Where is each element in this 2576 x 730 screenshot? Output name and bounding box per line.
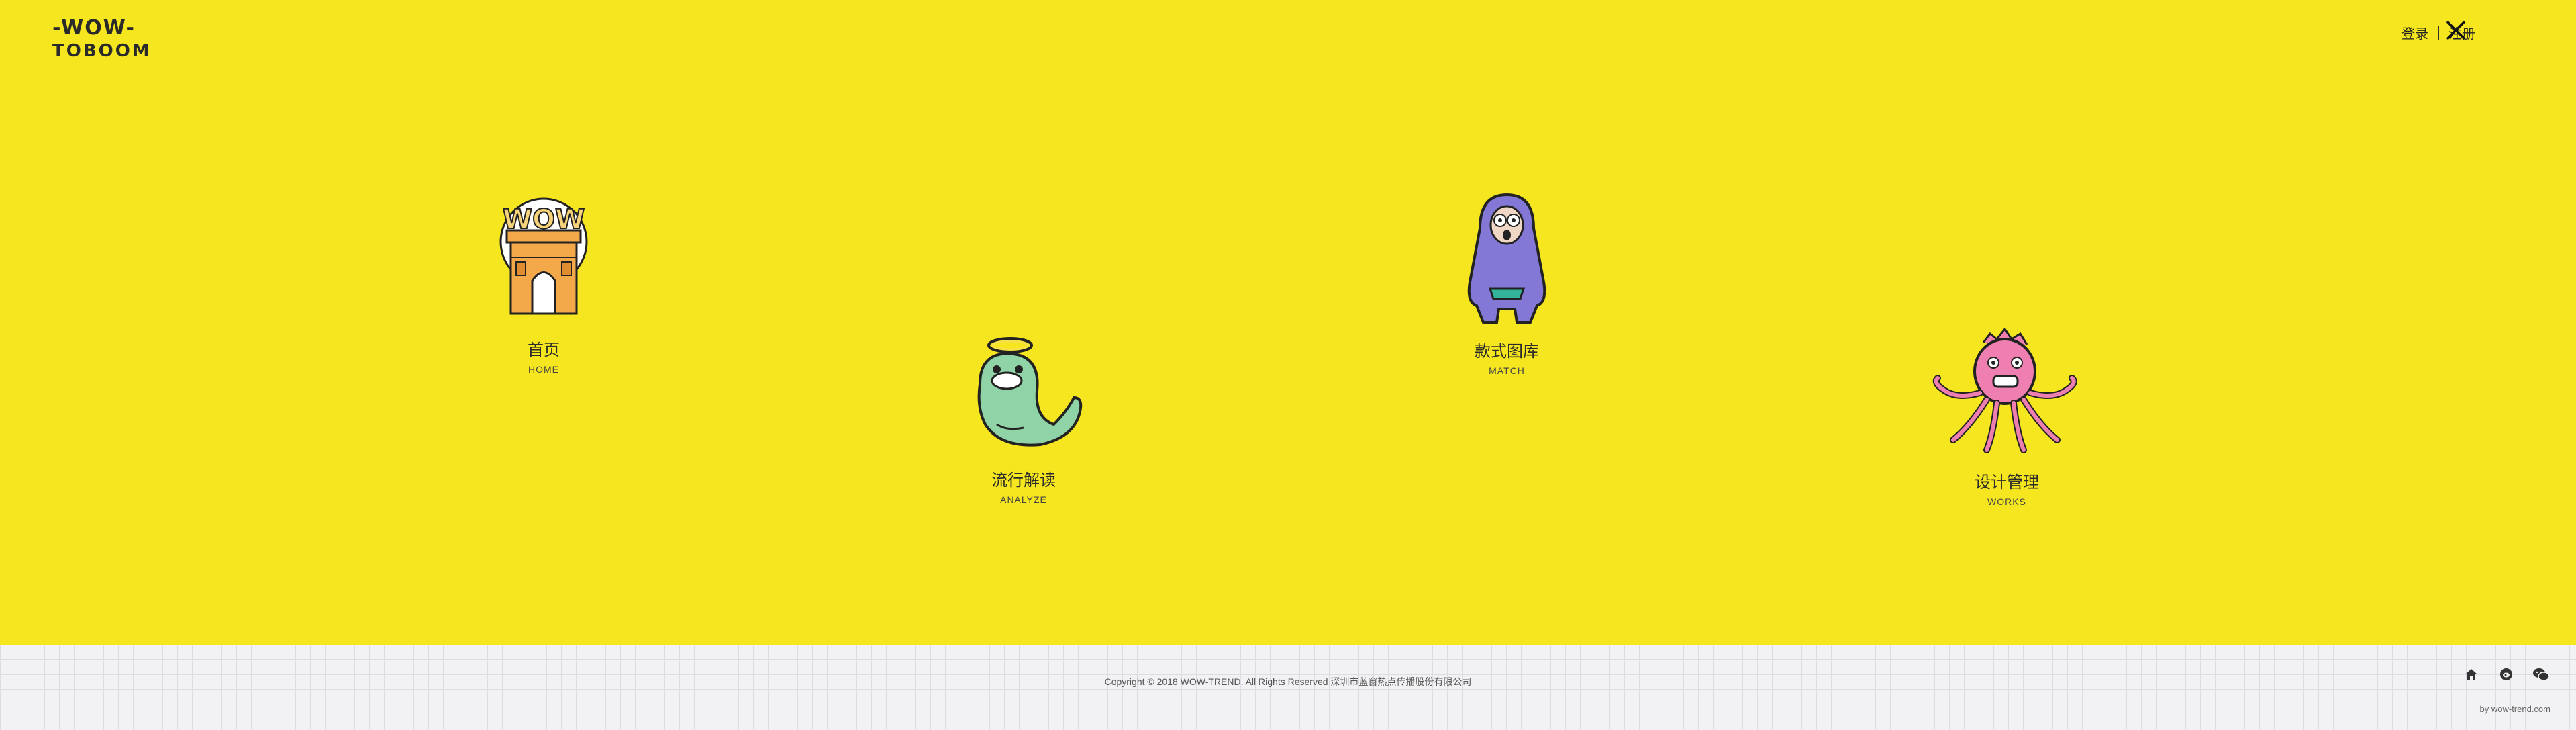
nav-label-zh: 款式图库 (1475, 342, 1539, 361)
footer: Copyright © 2018 WOW-TREND. All Rights R… (0, 645, 2576, 730)
nav-item-home[interactable]: WOW 首页 HOME (487, 193, 601, 375)
nav-label-zh: 首页 (528, 340, 560, 359)
logo-line1: -WOW- (52, 16, 136, 40)
nav-label-zh: 设计管理 (1975, 473, 2039, 492)
home-icon[interactable] (2462, 665, 2481, 684)
arc-de-triomphe-wow-icon: WOW (499, 197, 588, 315)
pink-octopus-icon (1932, 327, 2077, 453)
purple-gorilla-icon (1467, 193, 1546, 324)
green-whale-angel-icon (977, 337, 1083, 447)
wechat-icon[interactable] (2532, 665, 2550, 684)
divider (2438, 25, 2439, 40)
auth-links: 登录 注册 (2401, 20, 2475, 42)
weibo-icon[interactable] (2497, 665, 2516, 684)
copyright-text: Copyright © 2018 WOW-TREND. All Rights R… (1104, 676, 1472, 687)
nav-item-works[interactable]: 设计管理 WORKS (1926, 326, 2087, 507)
byline[interactable]: by wow-trend.com (2480, 704, 2550, 714)
login-link[interactable]: 登录 (2401, 23, 2428, 42)
nav-item-match[interactable]: 款式图库 MATCH (1446, 188, 1567, 376)
logo[interactable]: -WOW- TOBOOM (52, 16, 153, 62)
nav-label-en: ANALYZE (1000, 494, 1047, 505)
logo-line2: TOBOOM (52, 41, 152, 61)
svg-text:WOW: WOW (503, 204, 585, 235)
register-link[interactable]: 注册 (2446, 20, 2475, 42)
nav-label-zh: 流行解读 (991, 471, 1056, 490)
nav-label-en: HOME (528, 364, 559, 375)
close-icon[interactable] (2444, 19, 2467, 42)
nav-label-en: MATCH (1489, 365, 1525, 376)
header: -WOW- TOBOOM 登录 注册 (0, 0, 2576, 81)
nav-item-analyze[interactable]: 流行解读 ANALYZE (953, 330, 1094, 505)
nav-label-en: WORKS (1987, 496, 2026, 507)
footer-icons (2462, 665, 2550, 684)
